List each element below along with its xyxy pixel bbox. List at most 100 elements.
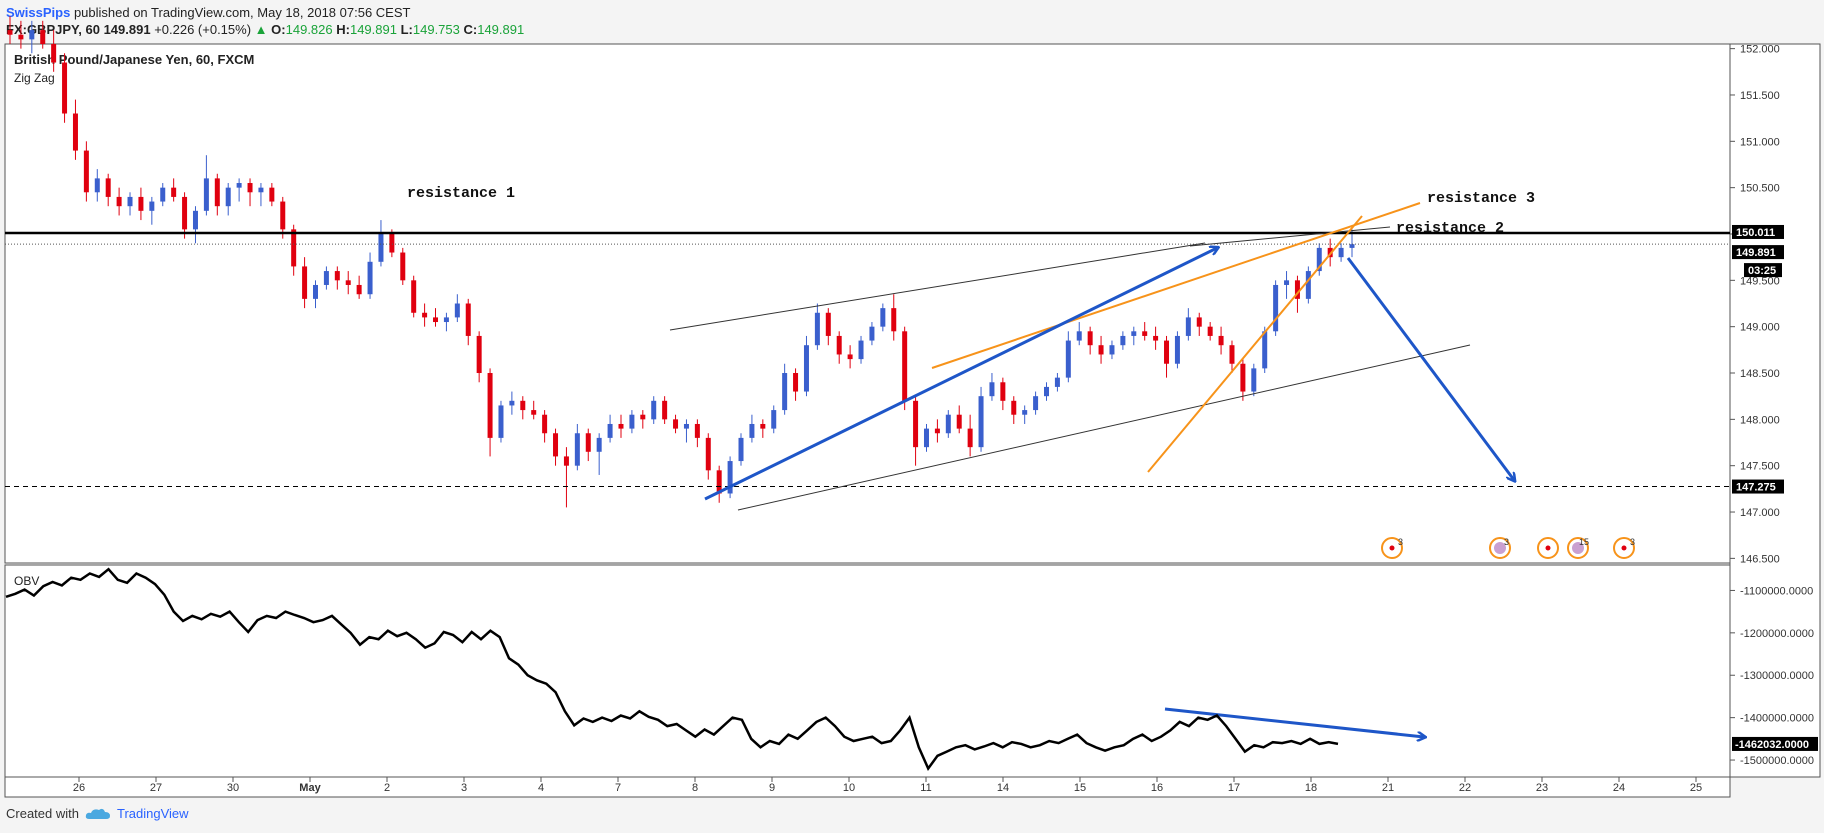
candle-body <box>18 34 24 40</box>
candle-body <box>618 423 624 429</box>
event-count: 3 <box>1398 537 1403 547</box>
candle-body <box>509 400 515 406</box>
candle-body <box>563 456 569 466</box>
price-axis[interactable] <box>1729 43 1821 778</box>
price-pane[interactable] <box>4 43 1731 564</box>
tradingview-link[interactable]: TradingView <box>117 806 189 821</box>
footer: Created with TradingView <box>6 806 189 821</box>
candle-body <box>1164 340 1170 364</box>
candle-body <box>782 373 788 411</box>
candle-body <box>1305 271 1311 299</box>
candle-body <box>891 308 897 332</box>
candle-body <box>1349 244 1355 248</box>
candle-body <box>913 400 919 448</box>
time-tick-label: 2 <box>384 782 390 794</box>
candle-body <box>1000 382 1006 401</box>
time-tick-label: 16 <box>1151 782 1163 794</box>
candle-body <box>465 303 471 336</box>
time-tick-label: 3 <box>461 782 467 794</box>
candle-body <box>127 196 133 207</box>
time-tick-label: 11 <box>920 782 931 794</box>
candle-body <box>542 414 548 434</box>
chart-canvas[interactable]: British Pound/Japanese Yen, 60, FXCM Zig… <box>0 0 1824 833</box>
candle-body <box>847 354 853 360</box>
candle-body <box>967 428 973 448</box>
candle-body <box>203 178 209 211</box>
resistance-2-label[interactable]: resistance 2 <box>1396 220 1504 237</box>
candle-body <box>1338 247 1344 258</box>
time-tick-label: 21 <box>1382 782 1394 794</box>
time-tick-label: 24 <box>1613 782 1625 794</box>
obv-pane[interactable] <box>4 564 1731 778</box>
candle-body <box>1142 331 1148 336</box>
candle-body <box>345 280 351 285</box>
candle-body <box>1120 335 1126 346</box>
candle-body <box>640 414 646 420</box>
candle-body <box>1273 284 1279 332</box>
candle-body <box>367 261 373 295</box>
price-tick-label: 147.500 <box>1740 461 1780 473</box>
candle-body <box>236 183 242 188</box>
candle-body <box>116 196 122 207</box>
time-tick-label: 25 <box>1690 782 1702 794</box>
time-tick-label: 15 <box>1074 782 1086 794</box>
candle-body <box>247 183 253 193</box>
candle-body <box>803 345 809 392</box>
time-tick-label: 18 <box>1305 782 1317 794</box>
candle-body <box>1174 335 1180 364</box>
candle-body <box>389 233 395 253</box>
candle-body <box>105 178 111 197</box>
obv-tick-label: -1300000.0000 <box>1740 670 1814 682</box>
candle-body <box>334 271 340 281</box>
candle-body <box>83 150 89 193</box>
candle-body <box>1109 345 1115 355</box>
candle-body <box>160 187 166 202</box>
candle-body <box>760 423 766 429</box>
candle-body <box>1011 400 1017 415</box>
candle-body <box>291 229 297 267</box>
candle-body <box>476 335 482 374</box>
candle-body <box>454 303 460 318</box>
obv-tick-label: -1400000.0000 <box>1740 713 1814 725</box>
candle-body <box>138 196 144 211</box>
candle-body <box>585 433 591 452</box>
candle-body <box>312 284 318 299</box>
time-tick-label: 10 <box>843 782 855 794</box>
event-count: 3 <box>1504 537 1509 547</box>
candle-body <box>1229 345 1235 364</box>
price-tick-label: 149.500 <box>1740 275 1780 287</box>
candle-body <box>629 414 635 429</box>
resistance-3-label[interactable]: resistance 3 <box>1427 190 1535 207</box>
price-tick-label: 151.000 <box>1740 136 1780 148</box>
candle-body <box>498 405 504 438</box>
time-tick-label: 30 <box>227 782 239 794</box>
obv-tick-label: -1100000.0000 <box>1740 585 1813 597</box>
time-tick-label: 27 <box>150 782 162 794</box>
candle-body <box>1185 317 1191 336</box>
candle-body <box>1218 335 1224 346</box>
candle-body <box>956 414 962 429</box>
event-dot-icon <box>1545 545 1551 551</box>
candle-body <box>1196 317 1202 327</box>
price-tick-label: 152.000 <box>1740 44 1780 56</box>
time-tick-label: 4 <box>538 782 544 794</box>
candle-body <box>902 331 908 401</box>
candle-body <box>443 317 449 323</box>
price-tick-label: 150.500 <box>1740 183 1780 195</box>
candle-body <box>520 400 526 411</box>
candle-body <box>1251 368 1257 392</box>
candle-body <box>945 414 951 434</box>
candle-body <box>1044 386 1050 397</box>
time-axis[interactable] <box>4 776 1731 798</box>
candle-body <box>280 201 286 230</box>
price-tick-label: 149.000 <box>1740 322 1780 334</box>
event-count: 3 <box>1630 537 1635 547</box>
resistance-1-label[interactable]: resistance 1 <box>407 185 515 202</box>
candle-body <box>51 44 57 63</box>
event-dot-icon <box>1621 545 1627 551</box>
candle-body <box>749 423 755 438</box>
candle-body <box>411 280 417 313</box>
candle-body <box>651 400 657 420</box>
candle-body <box>62 62 68 114</box>
candle-body <box>1153 335 1159 341</box>
